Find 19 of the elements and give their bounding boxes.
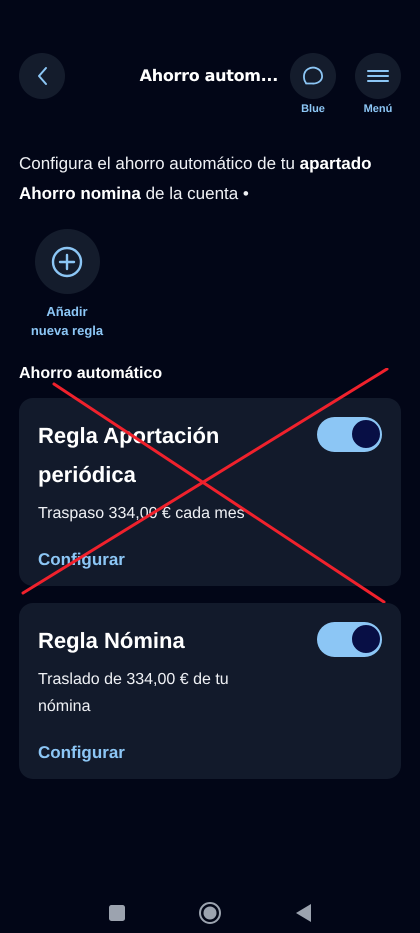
back-button[interactable] [19,53,65,99]
menu-icon [366,67,390,85]
add-rule-label[interactable]: Añadir nueva regla [26,302,108,340]
plus-circle-icon [51,246,83,278]
home-icon [198,901,222,925]
intro-text: Configura el ahorro automático de tu apartado Ahorro nomina de la cuenta • [19,153,372,205]
recent-apps-icon [108,904,126,922]
section-title: Ahorro automático [19,364,164,384]
rule-description: Traslado de 334,00 € de tu nómina [38,670,230,717]
back-triangle-icon [294,903,312,923]
rule-title: Regla Nómina [38,627,186,655]
action-label: Blue [301,103,325,115]
toggle-switch[interactable] [317,417,382,452]
page-title: Ahorro autom... [138,65,279,87]
toggle-switch[interactable] [317,622,382,657]
action-label: Menú [364,103,392,115]
chat-button[interactable] [290,53,336,99]
menu-button[interactable] [355,53,401,99]
configure-link[interactable]: Configurar [38,742,125,764]
